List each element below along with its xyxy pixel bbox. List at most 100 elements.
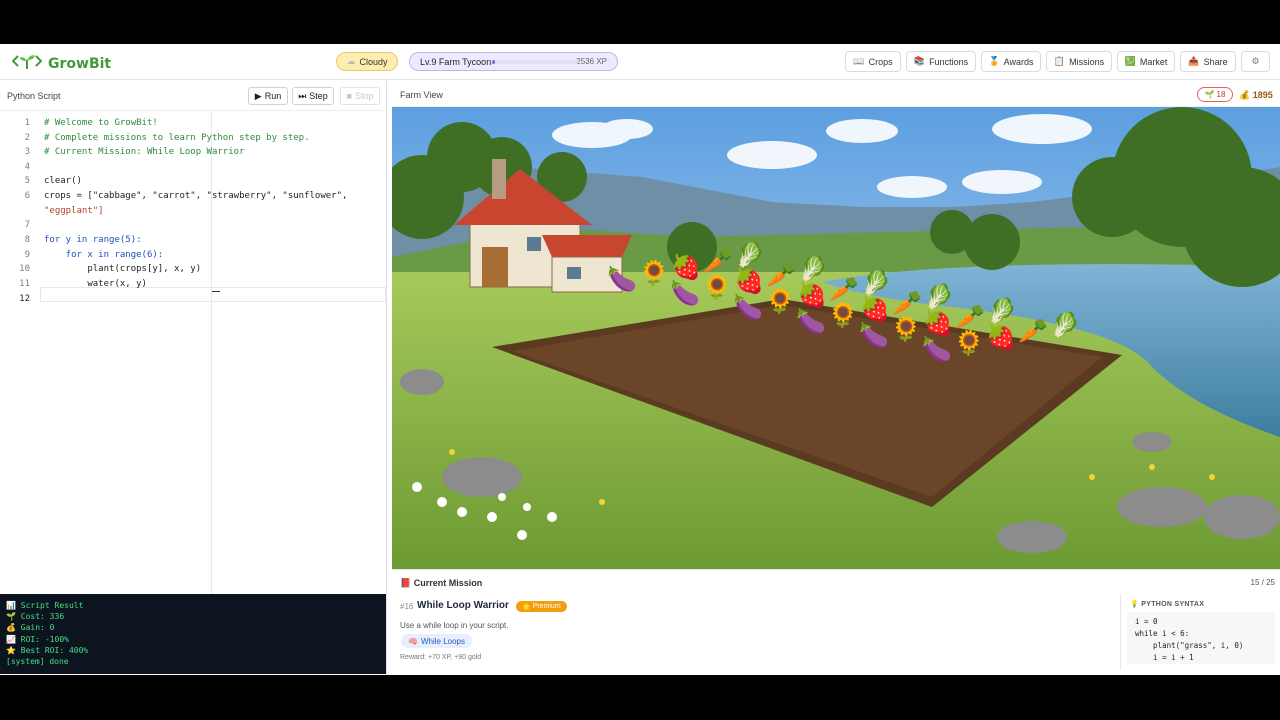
level-label: Lv.9 Farm Tycoon [420,56,492,67]
line-number: 7 [24,220,30,230]
crop-eggplant: 🍆 [796,307,826,335]
line-number: 6 [24,191,30,201]
app-name: GrowBit [48,55,112,72]
code-line: # Current Mission: While Loop Warrior [44,147,245,157]
syntax-line: plant("grass", i, 0) [1135,641,1244,650]
upload-icon: 📤 [1188,56,1200,66]
crop-cabbage: 🥬 [987,297,1017,325]
missions-button[interactable]: 📋 Missions [1046,51,1112,72]
awards-label: Awards [1003,56,1034,67]
seedling-icon: 🌱 [1204,90,1215,99]
farm-illustration: 🥬🥬🥬🥬🥬🥬🥕🥕🥕🥕🥕🥕🍓🍓🍓🍓🍓🍓🌻🌻🌻🌻🌻🌻🍆🍆🍆🍆🍆🍆 [392,107,1280,569]
market-label: Market [1139,56,1168,67]
chart-icon: 📊 [6,601,21,610]
step-button[interactable]: ⏭ Step [292,87,334,105]
level-badge[interactable]: Lv.9 Farm Tycoon 2536 XP [409,52,618,71]
line-number: 9 [24,250,30,260]
weather-badge[interactable]: ☁ Cloudy [336,52,398,71]
notebook-icon: 📕 [400,578,412,588]
money-bag-icon: 💰 [6,623,21,633]
crop-strawberry: 🍓 [671,253,701,281]
mission-topic-tag[interactable]: 🧠 While Loops [401,634,472,648]
crop-carrot: 🥕 [829,276,859,303]
farm-panel: Farm View 🌱 18 💰 1895 🥬 🥬 🥬 🥬 🥬 🥬 🥕 🥕 🥕 … [392,81,1280,675]
settings-button[interactable]: ⚙ [1241,51,1270,72]
code-line: "eggplant"] [44,206,104,216]
syntax-header: 💡 PYTHON SYNTAX [1130,601,1205,608]
market-button[interactable]: 💹 Market [1117,51,1175,72]
crop-carrot: 🥕 [955,304,985,331]
stop-icon: ■ [346,91,352,101]
crop-strawberry: 🍓 [860,295,890,323]
crop-cabbage: 🥬 [861,269,891,297]
editor-header: Python Script ▶ Run ⏭ Step ■ Stop [0,81,386,111]
syntax-line: i = 0 [1135,617,1158,626]
line-number: 11 [19,279,30,289]
crop-sunflower: 🌻 [891,315,921,343]
cloud-icon: ☁ [346,56,356,66]
editor-title: Python Script [7,91,61,101]
console-line-title: 📊 Script Result [6,601,84,610]
seedling-icon: 🌱 [6,612,21,622]
trend-icon: 📈 [6,634,21,644]
crop-eggplant: 🍆 [733,293,763,321]
step-label: Step [309,91,328,101]
crop-eggplant: 🍆 [607,265,637,293]
logo[interactable]: GrowBit [11,52,112,75]
functions-button[interactable]: 📚 Functions [906,51,976,72]
weather-label: Cloudy [359,56,388,67]
run-label: Run [264,91,282,101]
mission-header: 📕 Current Mission [400,578,483,588]
console-line-best-roi: ⭐ Best ROI: 400% [6,645,89,655]
awards-button[interactable]: 🏅 Awards [981,51,1041,72]
line-number: 5 [24,176,30,186]
brain-icon: 🧠 [408,636,418,646]
money-bag-icon: 💰 [1239,90,1251,100]
crop-carrot: 🥕 [892,290,922,317]
code-line: crops = ["cabbage", "carrot", "strawberr… [44,191,348,201]
code-line: for x in range(6): [44,250,164,260]
crop-cabbage: 🥬 [798,255,828,283]
mission-reward: Reward: +70 XP, +90 gold [400,654,482,661]
growbit-app: GrowBit ☁ Cloudy Lv.9 Farm Tycoon 2536 X… [0,44,1280,675]
seed-count-badge[interactable]: 🌱 18 [1197,87,1233,102]
farm-header: Farm View 🌱 18 💰 1895 [392,81,1280,107]
xp-progress-bar [492,60,578,64]
sprout-code-icon [11,52,43,75]
crops-button[interactable]: 📖 Crops [845,51,901,72]
crop-strawberry: 🍓 [986,323,1016,351]
crop-eggplant: 🍆 [859,321,889,349]
syntax-line: while i < 6: [1135,629,1190,638]
book-icon: 📖 [853,56,865,66]
indent-guide [211,111,212,595]
line-number: 1 [24,118,30,128]
line-number: 8 [24,235,30,245]
chart-icon: 💹 [1124,56,1136,66]
code-line: # Welcome to GrowBit! [44,118,158,128]
gold-value: 1895 [1252,90,1273,100]
mission-title: While Loop Warrior [417,600,509,611]
gold-balance: 💰 1895 [1239,90,1273,101]
crop-strawberry: 🍓 [923,309,953,337]
code-line: clear() [44,176,82,186]
crop-carrot: 🥕 [1018,318,1048,345]
farm-scene[interactable]: 🥬 🥬 🥬 🥬 🥬 🥬 🥕 🥕 🥕 🥕 🥕 🥕 🍓 🍓 🍓 🍓 🍓 🍓 🌻 🌻 🌻 🌻 🌻 🌻 🍆 🍆 🍆 🍆 🍆 🍆 [392,107,1280,569]
line-number: 2 [24,133,30,143]
crop-sunflower: 🌻 [765,287,795,315]
code-editor[interactable]: 1 2 3 4 5 6 7 8 9 10 11 12 # Welcome to … [0,111,386,595]
crop-eggplant: 🍆 [670,279,700,307]
share-button[interactable]: 📤 Share [1180,51,1236,72]
crop-sunflower: 🌻 [954,329,984,357]
code-line: plant(crops[y], x, y) [44,264,202,274]
current-line-highlight [40,287,386,302]
star-icon: ⭐ [522,603,531,611]
line-number: 10 [19,264,30,274]
mission-number: #16 [400,602,414,611]
console-line-system: [system] done [6,656,69,666]
console-line-roi: 📈 ROI: -100% [6,634,69,644]
crop-cabbage: 🥬 [924,283,954,311]
code-line: # Complete missions to learn Python step… [44,133,310,143]
farm-title: Farm View [400,90,443,100]
stop-button[interactable]: ■ Stop [340,87,380,105]
run-button[interactable]: ▶ Run [248,87,288,105]
